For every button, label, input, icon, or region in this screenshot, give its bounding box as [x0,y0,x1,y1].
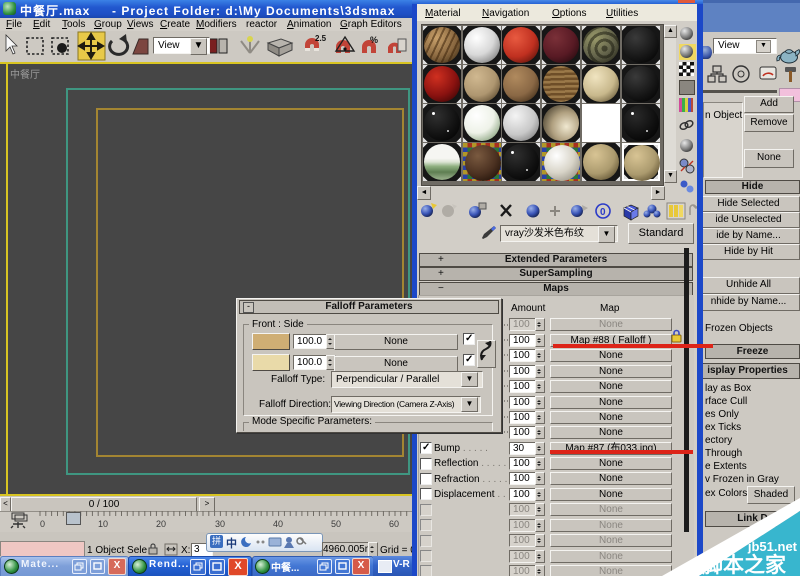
svg-text:jb51.net: jb51.net [747,539,798,554]
svg-text:10: 10 [98,519,108,529]
svg-text:%: % [370,35,378,45]
svg-text:2.5: 2.5 [315,34,327,43]
svg-text:脚本之家: 脚本之家 [702,553,787,576]
svg-text:0: 0 [600,207,606,218]
svg-text:60: 60 [389,519,399,529]
svg-text:40: 40 [273,519,283,529]
svg-text:50: 50 [331,519,341,529]
svg-text:30: 30 [215,519,225,529]
svg-text:20: 20 [156,519,166,529]
